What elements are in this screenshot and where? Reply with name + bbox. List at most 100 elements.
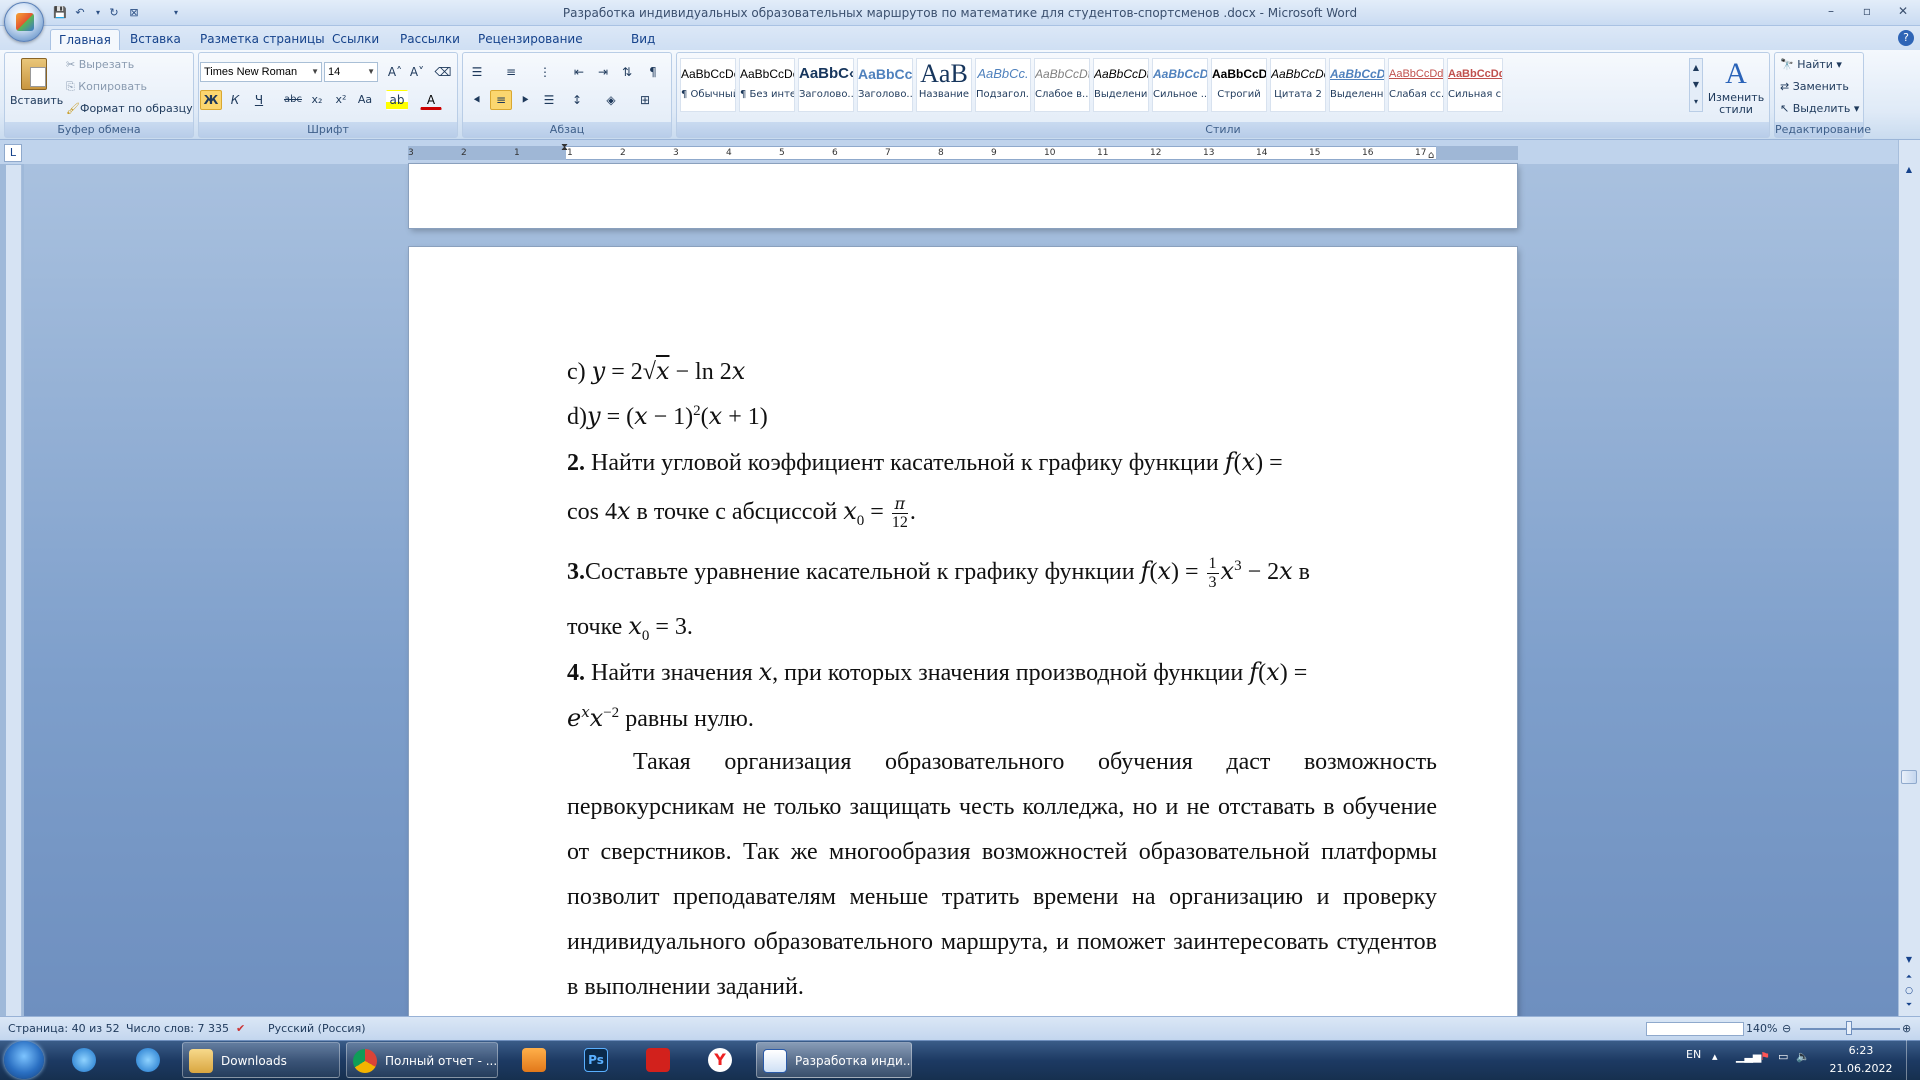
tab-references[interactable]: Ссылки [324, 29, 387, 51]
prev-page-icon[interactable]: ⏶ [1902, 972, 1916, 984]
increase-indent-icon[interactable]: ⇥ [592, 62, 614, 82]
italic-icon[interactable]: К [224, 90, 246, 110]
style-tile[interactable]: AaBbCc Заголово... [857, 58, 913, 112]
customize-qat-icon[interactable]: ▾ [168, 5, 184, 21]
strikethrough-icon[interactable]: abc [282, 90, 304, 110]
photoshop-pinned[interactable]: Ps [578, 1042, 618, 1078]
style-tile[interactable]: AaBbC‹ Заголово... [798, 58, 854, 112]
help-icon[interactable]: ? [1898, 30, 1914, 46]
proofing-icon[interactable]: ✔ [236, 1022, 245, 1035]
style-tile[interactable]: AaBbCcDt Сильное ... [1152, 58, 1208, 112]
style-tile[interactable]: AaBbCcDc Строгий [1211, 58, 1267, 112]
line-spacing-icon[interactable]: ↕ [566, 90, 588, 110]
multilevel-list-icon[interactable]: ⋮ [534, 62, 556, 82]
network-icon[interactable]: ▁▃▅ [1736, 1050, 1761, 1063]
browse-object-icon[interactable]: ○ [1902, 986, 1916, 998]
ie-pinned[interactable] [66, 1042, 106, 1078]
ie-pinned-2[interactable] [130, 1042, 170, 1078]
align-center-icon[interactable]: ≡ [490, 90, 512, 110]
clear-formatting-icon[interactable]: ⌫ [432, 62, 454, 82]
style-tile[interactable]: AaBbCcDt Выделение [1093, 58, 1149, 112]
align-left-icon[interactable]: ⯇ [466, 90, 488, 110]
status-language[interactable]: Русский (Россия) [268, 1022, 366, 1035]
justify-icon[interactable]: ☰ [538, 90, 560, 110]
font-size-combo[interactable]: 14 ▼ [324, 62, 378, 82]
tray-language[interactable]: EN [1686, 1048, 1701, 1061]
taskbar-downloads[interactable]: Downloads [182, 1042, 340, 1078]
show-desktop-button[interactable] [1906, 1040, 1920, 1080]
tab-view[interactable]: Вид [623, 29, 663, 51]
bullets-icon[interactable]: ☰ [466, 62, 488, 82]
style-tile[interactable]: AaBbCcDd Слабая сс... [1388, 58, 1444, 112]
zoom-out-icon[interactable]: ⊖ [1782, 1022, 1791, 1035]
decrease-indent-icon[interactable]: ⇤ [568, 62, 590, 82]
right-indent-marker-icon[interactable]: ⌂ [1428, 150, 1434, 161]
taskbar-chrome[interactable]: Полный отчет - ... [346, 1042, 498, 1078]
minimize-button[interactable]: – [1818, 2, 1844, 20]
borders-icon[interactable]: ⊞ [634, 90, 656, 110]
horizontal-ruler[interactable] [408, 146, 1518, 160]
style-tile[interactable]: AaBbCcDd Сильная с... [1447, 58, 1503, 112]
bold-icon[interactable]: Ж [200, 90, 222, 110]
scroll-down-icon[interactable]: ▼ [1902, 955, 1916, 969]
tab-page-layout[interactable]: Разметка страницы [192, 29, 333, 51]
quick-print-icon[interactable]: ⊠ [126, 5, 142, 21]
yandex-pinned[interactable]: Y [702, 1042, 742, 1078]
replace-button[interactable]: ⇄ Заменить [1780, 80, 1849, 93]
show-hidden-icon[interactable]: ▴ [1712, 1050, 1718, 1063]
office-button[interactable] [4, 2, 44, 42]
tab-selector-icon[interactable]: L [4, 144, 22, 162]
start-button[interactable] [4, 1041, 44, 1079]
vertical-ruler[interactable] [6, 165, 22, 1025]
save-icon[interactable]: 💾 [52, 5, 68, 21]
tab-home[interactable]: Главная [50, 29, 120, 51]
power-icon[interactable]: ▭ [1778, 1050, 1788, 1063]
style-tile[interactable]: AaBbCcDt Слабое в... [1034, 58, 1090, 112]
acrobat-pinned[interactable] [640, 1042, 680, 1078]
scroll-up-icon[interactable]: ▲ [1902, 165, 1916, 179]
view-buttons[interactable] [1646, 1022, 1744, 1036]
style-tile[interactable]: AaBbCcDc Выделенн... [1329, 58, 1385, 112]
style-tile[interactable]: AaBbCcDc ¶ Обычный [680, 58, 736, 112]
find-button[interactable]: 🔭 Найти ▾ [1780, 58, 1842, 71]
tab-review[interactable]: Рецензирование [470, 29, 591, 51]
taskbar-word[interactable]: Разработка инди... [756, 1042, 912, 1078]
shading-icon[interactable]: ◈ [600, 90, 622, 110]
maximize-button[interactable]: ▫ [1854, 2, 1880, 20]
media-pinned[interactable] [516, 1042, 556, 1078]
zoom-in-icon[interactable]: ⊕ [1902, 1022, 1911, 1035]
grow-font-icon[interactable]: A˄ [384, 62, 406, 82]
action-center-icon[interactable]: ⚑ [1760, 1050, 1770, 1063]
change-styles-button[interactable]: A Изменить стили [1706, 56, 1766, 118]
font-name-combo[interactable]: Times New Roman ▼ [200, 62, 322, 82]
cut-button[interactable]: ✂ Вырезать [66, 58, 134, 71]
style-tile[interactable]: AaB Название [916, 58, 972, 112]
clock-time[interactable]: 6:23 [1836, 1044, 1886, 1057]
font-color-icon[interactable]: A [420, 90, 442, 110]
copy-button[interactable]: ⎘ Копировать [66, 80, 147, 94]
status-zoom[interactable]: 140% [1746, 1022, 1777, 1035]
styles-scroll[interactable]: ▲ ▼ ▾ [1689, 58, 1703, 112]
next-page-icon[interactable]: ⏷ [1902, 1000, 1916, 1012]
vertical-scrollbar[interactable] [1898, 140, 1920, 1016]
format-painter-button[interactable]: 🖌Формат по образцу [66, 102, 193, 115]
select-button[interactable]: ↖ Выделить ▾ [1780, 102, 1859, 115]
scroll-thumb[interactable] [1901, 770, 1917, 784]
zoom-slider-thumb[interactable] [1846, 1021, 1852, 1035]
tab-mailings[interactable]: Рассылки [392, 29, 468, 51]
align-right-icon[interactable]: ⯈ [514, 90, 536, 110]
status-page[interactable]: Страница: 40 из 52 [8, 1022, 120, 1035]
paste-button[interactable]: Вставить [8, 56, 63, 118]
subscript-icon[interactable]: x₂ [306, 90, 328, 110]
highlight-icon[interactable]: ab [386, 90, 408, 110]
superscript-icon[interactable]: x² [330, 90, 352, 110]
undo-icon[interactable]: ↶ [72, 5, 88, 21]
style-tile[interactable]: AaBbCcDc Цитата 2 [1270, 58, 1326, 112]
clock-date[interactable]: 21.06.2022 [1826, 1062, 1896, 1075]
style-tile[interactable]: AaBbCcDc ¶ Без инте... [739, 58, 795, 112]
show-marks-icon[interactable]: ¶ [642, 62, 664, 82]
undo-dropdown-icon[interactable]: ▾ [90, 5, 106, 21]
shrink-font-icon[interactable]: A˅ [406, 62, 428, 82]
underline-icon[interactable]: Ч [248, 90, 270, 110]
change-case-icon[interactable]: Aa [354, 90, 376, 110]
